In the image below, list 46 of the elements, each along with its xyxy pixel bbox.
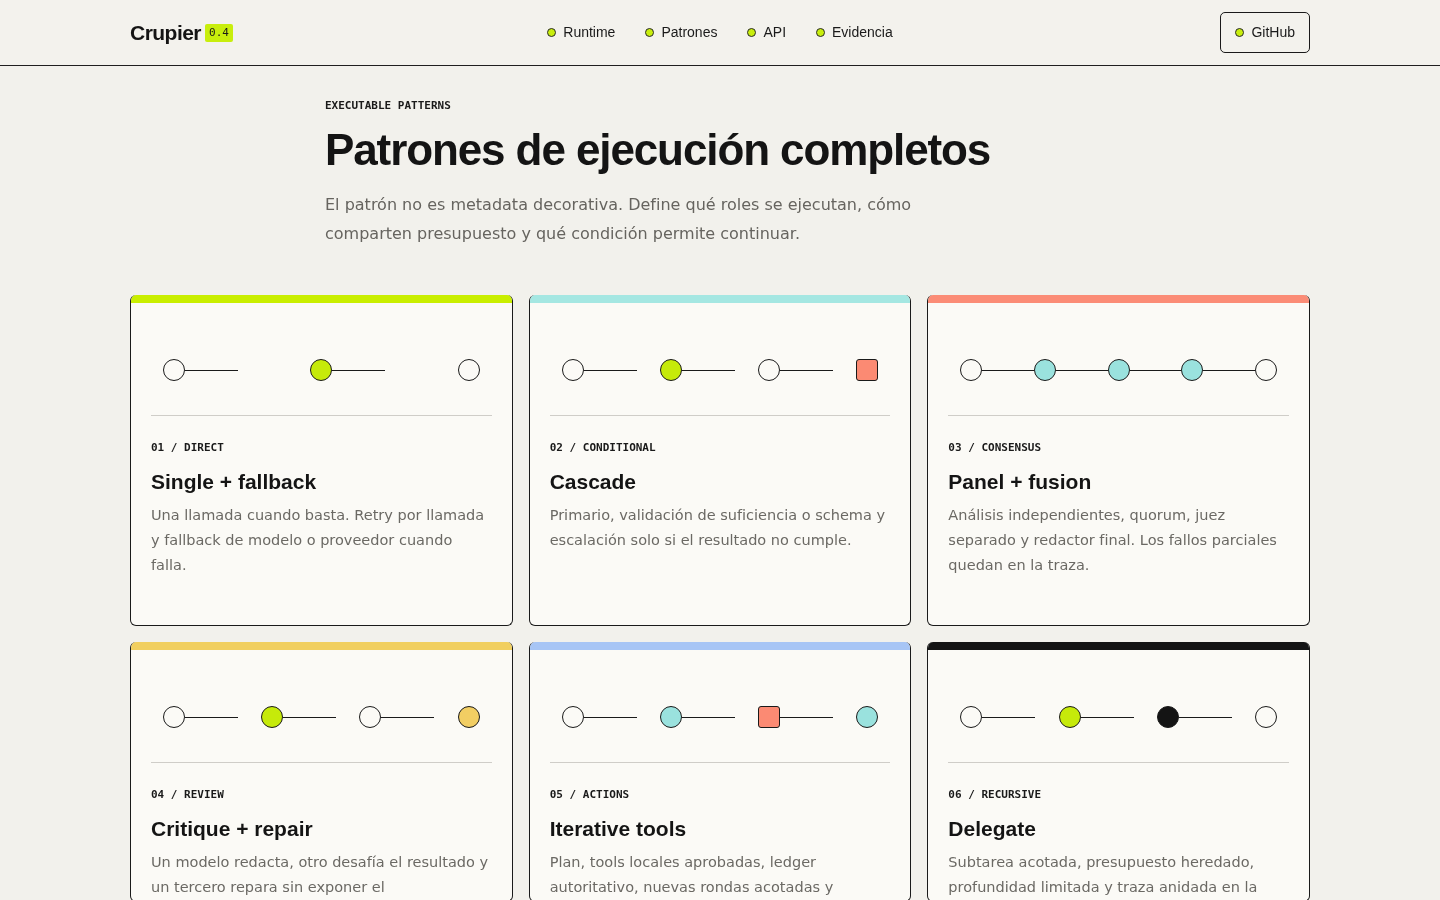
pattern-label: 02 / CONDITIONAL xyxy=(549,441,657,455)
connector-line xyxy=(780,369,834,371)
connector-line xyxy=(1056,369,1108,371)
version-badge: 0.4 xyxy=(205,23,233,42)
pattern-description: Plan, tools locales aprobadas, ledger autoritativo, nuevas rondas acotadas y xyxy=(549,853,835,897)
pattern-description: Subtarea acotada, presupuesto heredado, profundidad limitada y traza anidada en la xyxy=(948,853,1259,897)
pattern-title: Iterative tools xyxy=(549,816,688,842)
connector-line xyxy=(681,369,735,371)
connector-line xyxy=(583,369,637,371)
pattern-title: Critique + repair xyxy=(151,816,314,842)
connector-line xyxy=(780,716,834,718)
pattern-title: Cascade xyxy=(549,469,638,495)
pattern-title: Panel + fusion xyxy=(948,469,1093,495)
connector-line xyxy=(1203,369,1255,371)
intro-paragraph: El patrón no es metadata decorativa. Define qué roles se ejecutan, cómo comparten presupuesto y qué condición permite continuar. xyxy=(325,194,913,245)
nav-link[interactable]: API xyxy=(747,22,787,43)
pattern-description: Un modelo redacta, otro desafía el resultado y un tercero repara sin exponer el xyxy=(151,853,490,897)
nav-link[interactable]: Patrones xyxy=(645,22,718,43)
connector-line xyxy=(381,716,435,718)
page-heading: Patrones de ejecución completos xyxy=(325,126,992,174)
connector-line xyxy=(982,369,1034,371)
connector-line xyxy=(681,716,735,718)
pattern-label: 06 / RECURSIVE xyxy=(948,788,1043,802)
brand-name: Crupier xyxy=(130,22,201,43)
connector-line xyxy=(185,369,238,371)
connector-line xyxy=(583,716,637,718)
pattern-label: 01 / DIRECT xyxy=(151,441,225,455)
nav-link[interactable]: Runtime xyxy=(547,22,616,43)
pattern-description: Una llamada cuando basta. Retry por llamada y fallback de modelo o proveedor cuando falla. xyxy=(151,506,486,575)
connector-line xyxy=(982,716,1036,718)
pattern-title: Delegate xyxy=(948,816,1037,842)
pattern-title: Single + fallback xyxy=(151,469,318,495)
github-button[interactable]: GitHub xyxy=(1220,12,1310,53)
connector-line xyxy=(185,716,238,718)
pattern-description: Primario, validación de suficiencia o schema y escalación solo si el resultado no cumple. xyxy=(549,506,887,550)
nav-link[interactable]: Evidencia xyxy=(816,22,893,43)
connector-line xyxy=(1080,716,1134,718)
connector-line xyxy=(1129,369,1182,371)
pattern-description: Análisis independientes, quorum, juez separado y redactor final. Los fallos parciales quedan en la traza. xyxy=(948,506,1278,575)
pattern-label: 05 / ACTIONS xyxy=(549,788,631,802)
connector-line xyxy=(332,369,386,371)
pattern-label: 04 / REVIEW xyxy=(151,788,225,802)
pattern-label: 03 / CONSENSUS xyxy=(948,441,1043,455)
connector-line xyxy=(1178,716,1232,718)
connector-line xyxy=(283,716,337,718)
eyebrow-text: EXECUTABLE PATTERNS xyxy=(325,99,452,113)
